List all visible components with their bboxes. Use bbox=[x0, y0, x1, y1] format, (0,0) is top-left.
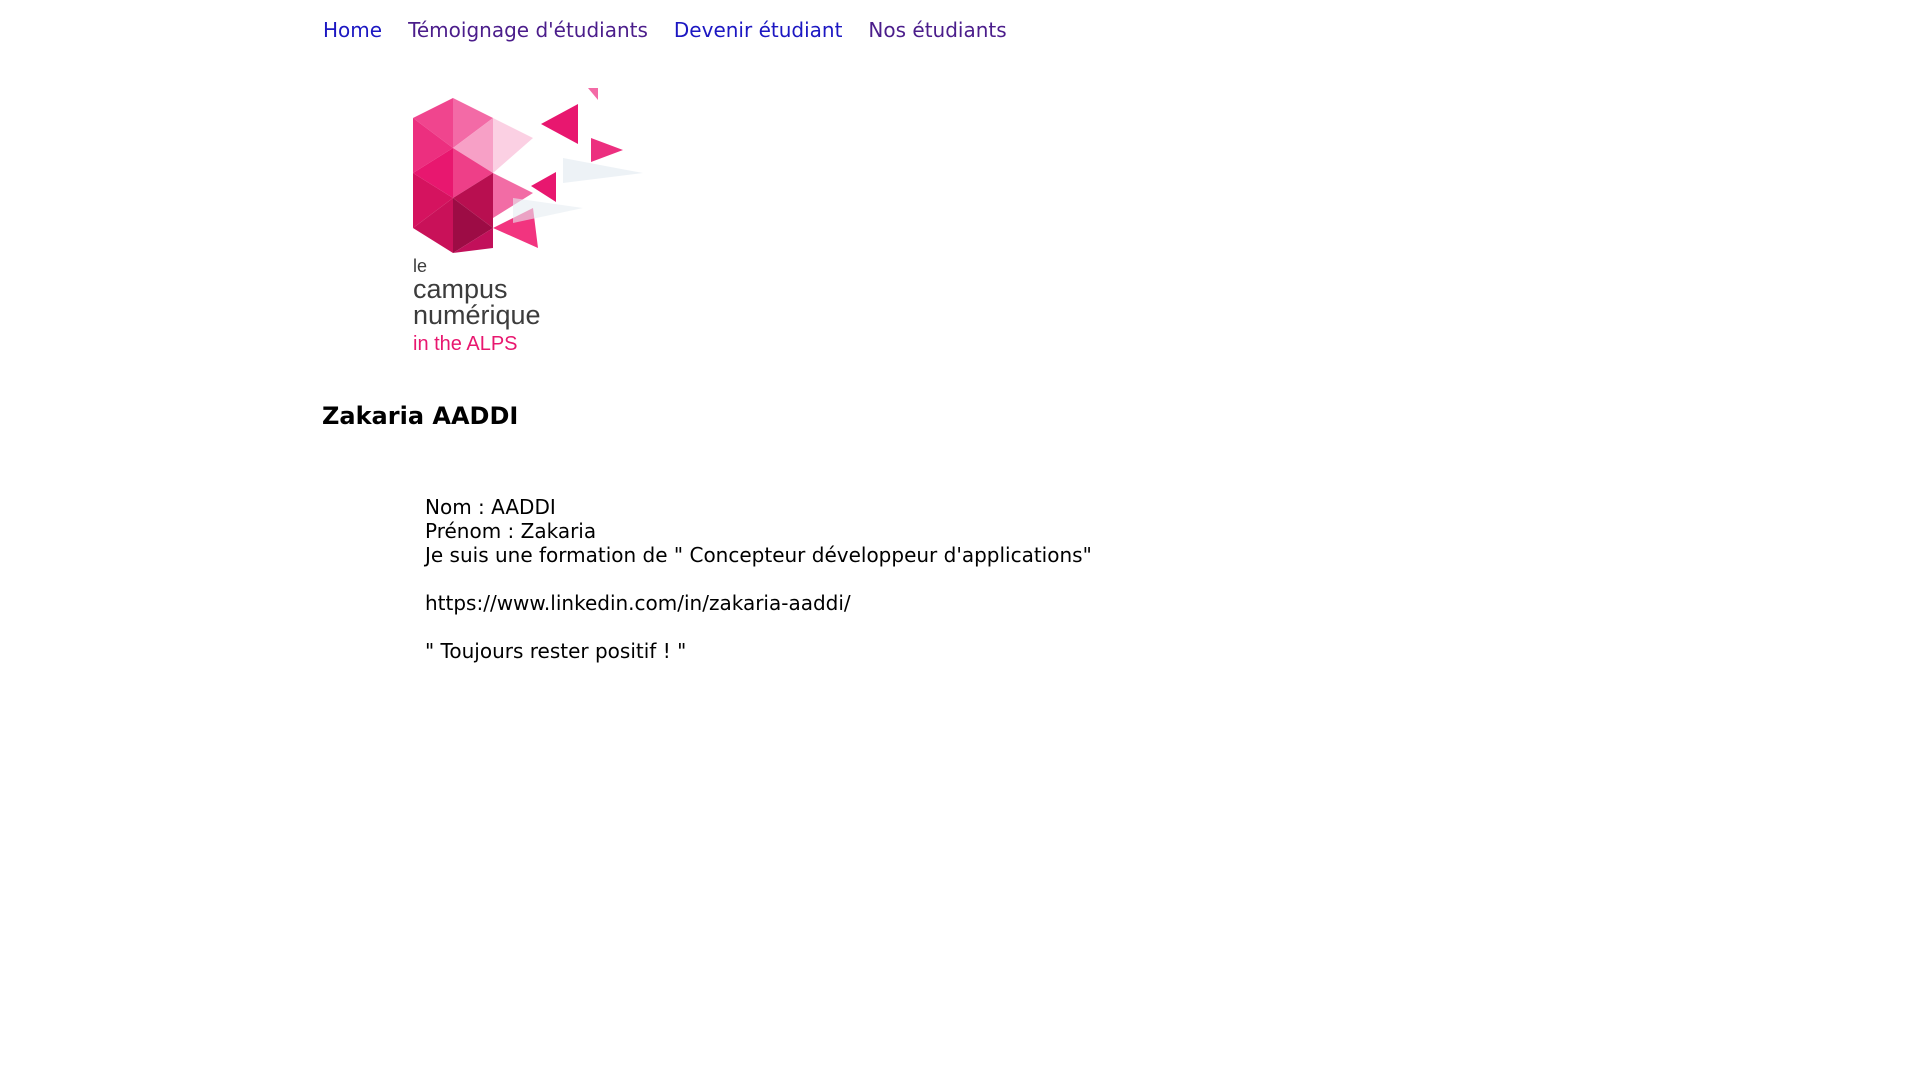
top-navigation: Home Témoignage d'étudiants Devenir étud… bbox=[323, 18, 1007, 42]
student-details: Nom : AADDI Prénom : Zakaria Je suis une… bbox=[425, 495, 1092, 663]
nav-link-devenir-etudiant[interactable]: Devenir étudiant bbox=[674, 18, 843, 42]
logo-text-in-the-alps: in the ALPS bbox=[413, 333, 518, 355]
student-linkedin: https://www.linkedin.com/in/zakaria-aadd… bbox=[425, 591, 851, 615]
student-formation: Je suis une formation de " Concepteur dé… bbox=[425, 543, 1092, 567]
student-prenom: Prénom : Zakaria bbox=[425, 519, 597, 543]
student-name-heading: Zakaria AADDI bbox=[322, 402, 519, 430]
nav-link-temoignage[interactable]: Témoignage d'étudiants bbox=[408, 18, 648, 42]
logo-flying-triangles bbox=[513, 88, 643, 223]
logo-text-numerique: numérique bbox=[413, 300, 541, 330]
logo-hexagon bbox=[413, 98, 538, 253]
nav-link-home[interactable]: Home bbox=[323, 18, 382, 42]
campus-numerique-logo: le campus numérique in the ALPS bbox=[413, 88, 653, 368]
student-quote: " Toujours rester positif ! " bbox=[425, 639, 687, 663]
nav-link-nos-etudiants[interactable]: Nos étudiants bbox=[868, 18, 1006, 42]
page: Home Témoignage d'étudiants Devenir étud… bbox=[0, 0, 1920, 1080]
logo-graphic: le campus numérique in the ALPS bbox=[413, 88, 643, 355]
student-nom: Nom : AADDI bbox=[425, 495, 556, 519]
logo-text-le: le bbox=[413, 256, 427, 276]
